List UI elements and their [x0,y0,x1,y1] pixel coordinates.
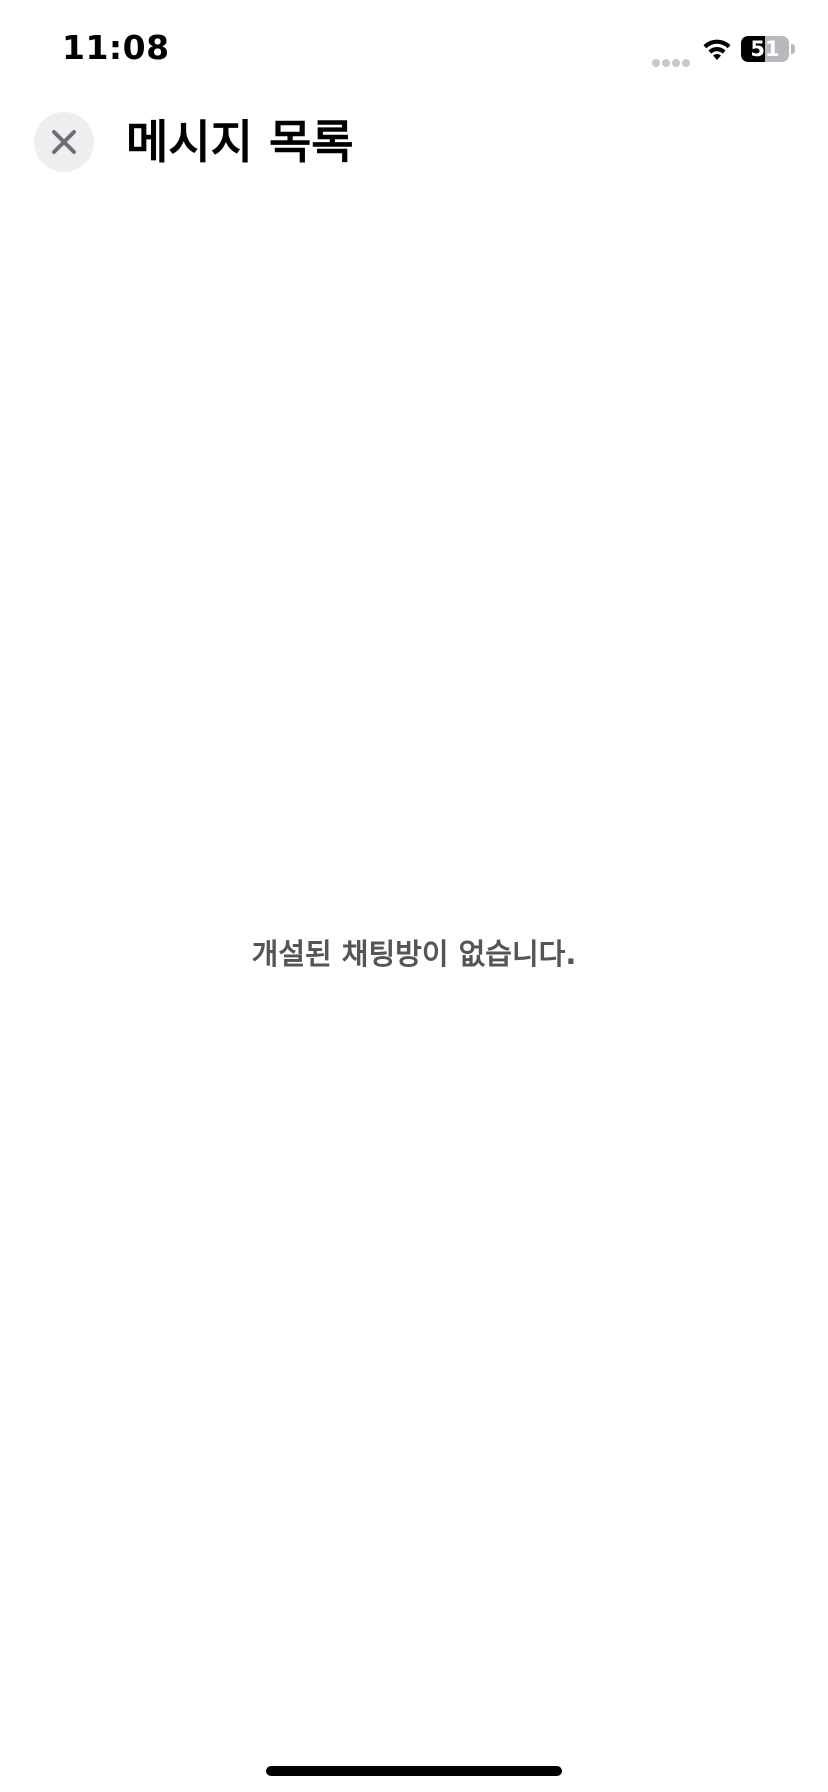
battery-tip [791,44,795,54]
battery-level: 51 [750,37,780,61]
status-time: 11:08 [62,28,170,67]
screen: 11:08 51 메시지 목록 개설된 채팅방이 없습니다. [0,0,828,1792]
close-button[interactable] [34,112,94,172]
header: 메시지 목록 [0,100,828,200]
home-indicator[interactable] [266,1766,562,1776]
close-icon [52,130,76,154]
cellular-signal-icon [652,52,692,67]
status-bar: 11:08 51 [0,0,828,100]
empty-state-message: 개설된 채팅방이 없습니다. [251,937,577,971]
wifi-icon [703,39,731,60]
battery-icon: 51 [741,36,789,62]
page-title: 메시지 목록 [126,115,354,169]
